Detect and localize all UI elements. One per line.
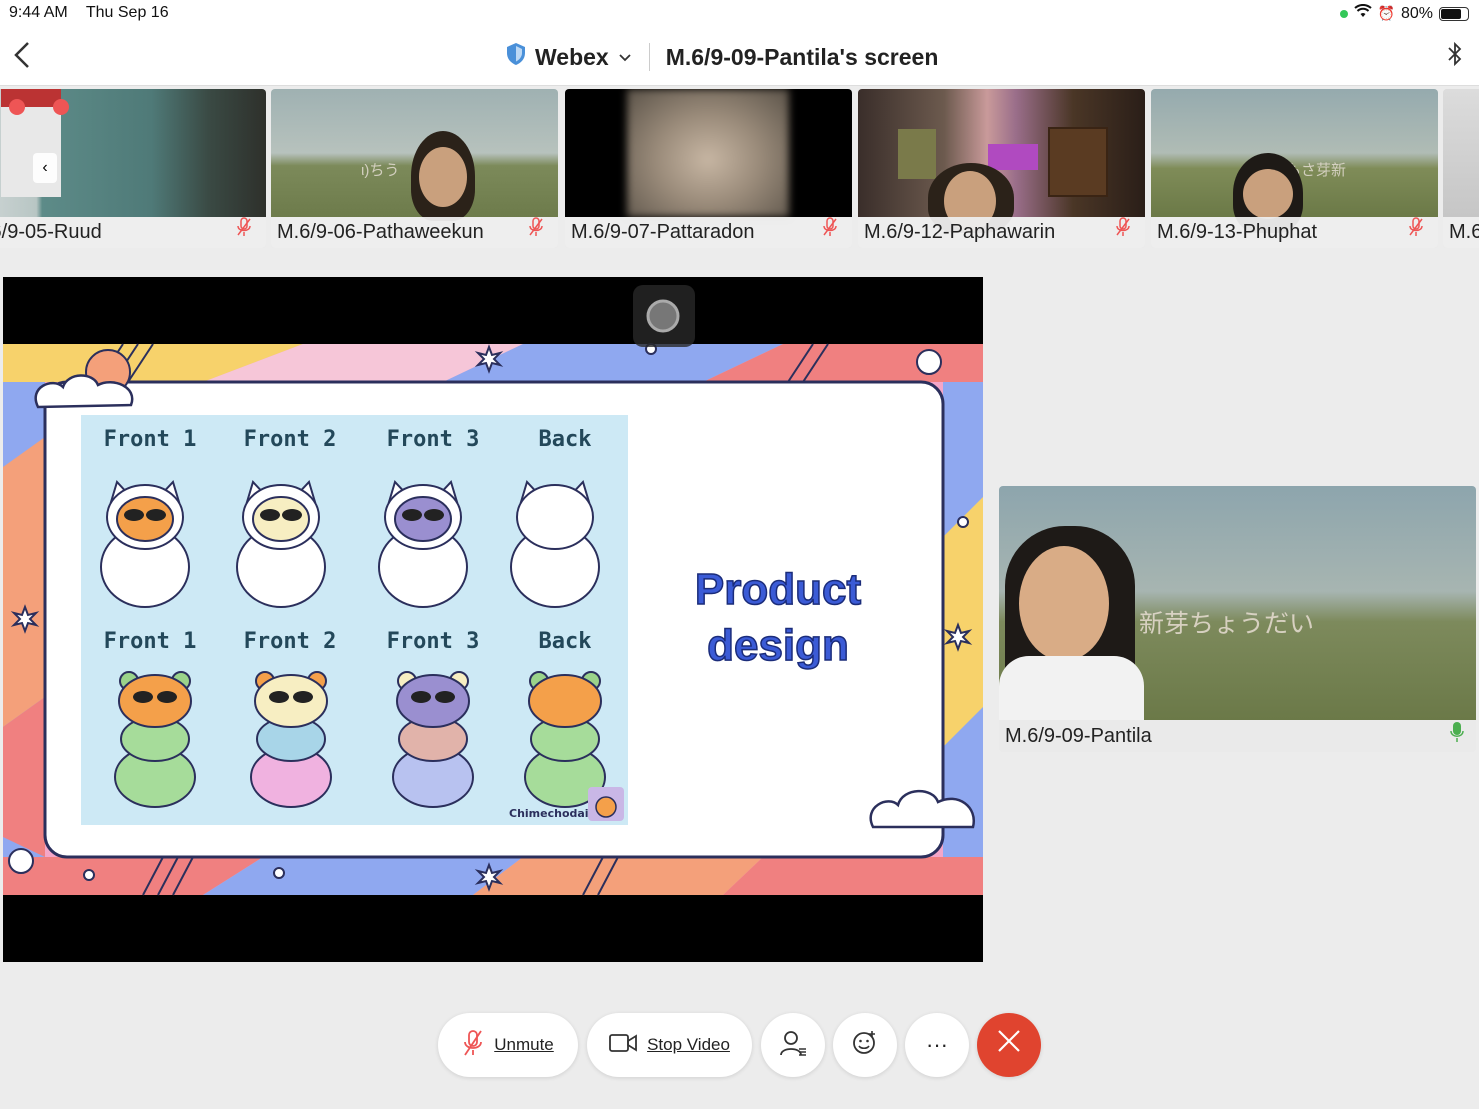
participant-tile[interactable]: もさ芽新 M.6/9-13-Phuphat xyxy=(1151,89,1438,248)
reactions-button[interactable] xyxy=(833,1013,897,1077)
divider xyxy=(648,43,650,71)
leave-meeting-button[interactable] xyxy=(977,1013,1041,1077)
video-camera-icon xyxy=(609,1033,637,1058)
stop-video-button[interactable]: Stop Video xyxy=(587,1013,752,1077)
shield-icon xyxy=(505,42,527,72)
unmute-label: Unmute xyxy=(494,1035,554,1054)
participant-tile[interactable]: ι)ちう M.6/9-06-Pathaweekun xyxy=(271,89,558,248)
mic-muted-icon xyxy=(1408,217,1424,242)
badge-icon xyxy=(53,99,69,115)
badge-icon xyxy=(9,99,25,115)
stop-video-label: Stop Video xyxy=(647,1035,730,1054)
participant-name: M.6/9-09-Pantila xyxy=(1005,725,1152,747)
product-label: Front 1 xyxy=(103,629,197,654)
status-date: Thu Sep 16 xyxy=(85,4,169,21)
wifi-icon xyxy=(1353,4,1372,23)
product-label: Front 2 xyxy=(243,629,337,654)
page-title: M.6/9-09-Pantila's screen xyxy=(665,43,939,70)
more-options-button[interactable]: ··· xyxy=(905,1013,969,1077)
participant-tile[interactable]: M.6/9-07-Pattaradon xyxy=(565,89,852,248)
slide-title-line2: design xyxy=(706,620,849,671)
mic-muted-icon xyxy=(1115,217,1131,242)
participant-strip[interactable]: ‹ .6/9-05-Ruud ι)ちう M.6/9-06-Pathaweekun… xyxy=(0,89,1479,249)
participant-tile[interactable]: M.6/9-12-Paphawarin xyxy=(858,89,1145,248)
participant-name: M.6 xyxy=(1449,221,1479,243)
alarm-icon: ⏰ xyxy=(1377,5,1395,21)
mic-muted-icon xyxy=(528,217,544,242)
status-time: 9:44 AM xyxy=(9,4,68,21)
ellipsis-icon: ··· xyxy=(926,1032,948,1057)
app-switcher-button[interactable]: Webex xyxy=(535,44,609,71)
close-icon xyxy=(996,1028,1022,1062)
slide-title-line1: Product xyxy=(694,564,862,615)
meeting-header: Webex M.6/9-09-Pantila's screen xyxy=(0,28,1479,86)
participant-tile[interactable]: M.6 xyxy=(1443,89,1479,248)
participant-tile[interactable]: ‹ .6/9-05-Ruud xyxy=(0,89,266,248)
unmute-button[interactable]: Unmute xyxy=(438,1013,578,1077)
battery-percent: 80% xyxy=(1400,4,1433,22)
participant-name: M.6/9-06-Pathaweekun xyxy=(277,221,484,243)
overlay-text: 新芽ちょうだい xyxy=(1139,609,1315,638)
slide-title: Product design xyxy=(663,562,893,674)
active-speaker-video[interactable]: 新芽ちょうだい M.6/9-09-Pantila xyxy=(999,486,1476,752)
participant-name: M.6/9-07-Pattaradon xyxy=(571,221,755,243)
product-label: Front 3 xyxy=(386,629,480,654)
product-label: Back xyxy=(538,427,592,452)
product-label: Back xyxy=(538,629,592,654)
shared-screen[interactable]: Product design Chimechodai Front 1 Front … xyxy=(3,277,983,962)
mic-active-icon xyxy=(1450,721,1464,748)
battery-icon xyxy=(1439,6,1469,21)
emoji-icon xyxy=(851,1029,879,1062)
participants-icon xyxy=(779,1029,807,1062)
product-label: Front 1 xyxy=(103,427,197,452)
participant-name: .6/9-05-Ruud xyxy=(0,221,102,243)
chevron-down-icon[interactable] xyxy=(619,49,631,65)
mic-muted-icon xyxy=(236,217,252,242)
back-button[interactable] xyxy=(12,40,40,72)
camera-indicator-icon xyxy=(1339,9,1348,18)
participant-name: M.6/9-12-Paphawarin xyxy=(864,221,1056,243)
product-label: Front 2 xyxy=(243,427,337,452)
overlay-text: ι)ちう xyxy=(361,162,400,179)
bluetooth-icon[interactable] xyxy=(1447,40,1463,75)
status-bar: 9:44 AM Thu Sep 16 ⏰ 80% xyxy=(0,0,1479,28)
watermark: Chimechodai xyxy=(509,807,589,820)
product-label: Front 3 xyxy=(386,427,480,452)
mic-muted-icon xyxy=(822,217,838,242)
scroll-left-button[interactable]: ‹ xyxy=(33,153,57,183)
participants-button[interactable] xyxy=(761,1013,825,1077)
mic-muted-icon xyxy=(462,1029,484,1062)
participant-name: M.6/9-13-Phuphat xyxy=(1157,221,1318,243)
